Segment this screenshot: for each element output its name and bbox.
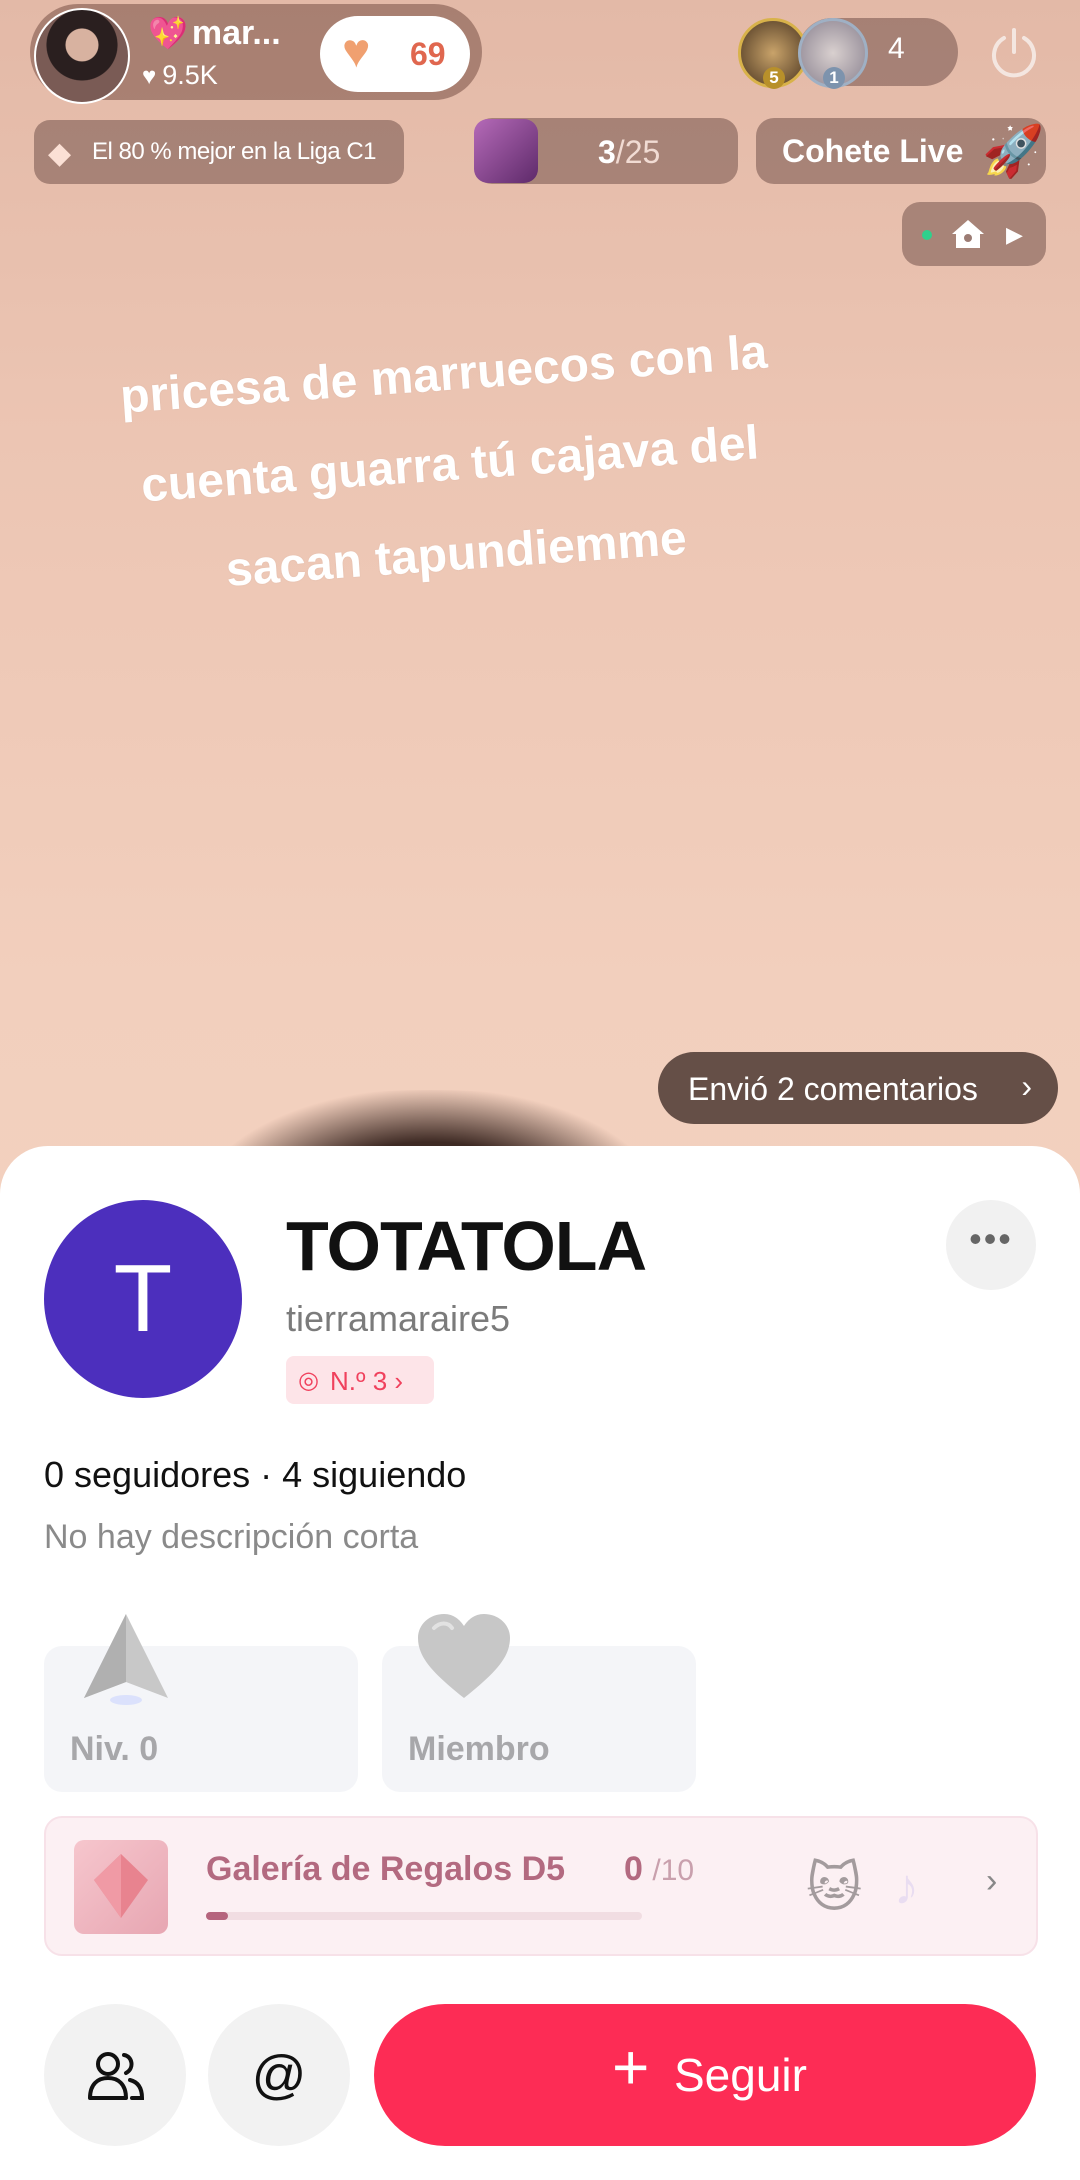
rank-badge-label: N.º 3 › xyxy=(330,1366,404,1396)
profile-username: tierramaraire5 xyxy=(286,1298,511,1339)
member-heart-icon xyxy=(418,1614,510,1698)
host-avatar[interactable] xyxy=(34,8,130,104)
ranking-thumbnail xyxy=(474,119,538,183)
ranking-total: /25 xyxy=(615,134,661,170)
league-text: El 80 % mejor en la Liga C1 xyxy=(92,138,377,165)
rank-medal-icon: ◎ xyxy=(298,1367,319,1394)
house-icon xyxy=(952,220,984,248)
profile-display-name: TOTATOLA xyxy=(286,1207,647,1285)
host-info-pill[interactable]: 💖 mar... ♥ 9.5K ♥ 69 xyxy=(30,4,482,104)
gift-progress-bar xyxy=(206,1912,642,1920)
profile-avatar[interactable]: T xyxy=(44,1200,242,1398)
level-arrow-icon xyxy=(84,1614,168,1705)
follow-stats: 0 seguidores · 4 siguiendo xyxy=(44,1454,467,1495)
gift-total: /10 xyxy=(652,1854,695,1887)
ranking-current: 3 xyxy=(598,134,616,170)
gift-progress-fill xyxy=(206,1912,228,1920)
at-sign-icon: @ xyxy=(251,2045,307,2105)
gift-crystal-icon xyxy=(74,1840,168,1934)
diamond-icon: ◆ xyxy=(48,137,72,170)
member-label: Miembro xyxy=(408,1730,550,1768)
follow-label: Seguir xyxy=(674,2049,807,2101)
host-name: mar... xyxy=(191,14,281,52)
sent-comments-button[interactable]: Envió 2 comentarios › xyxy=(658,1052,1058,1124)
viewer-rank-badge: 5 xyxy=(763,67,785,89)
tiktok-logo-icon: ♪ xyxy=(894,1859,919,1915)
rank-badge[interactable]: ◎ N.º 3 › xyxy=(286,1356,434,1404)
profile-bio: No hay descripción corta xyxy=(44,1518,419,1556)
play-icon: ▶ xyxy=(1006,222,1023,247)
ranking-progress: 3/25 xyxy=(598,134,660,171)
orange-heart-icon: ♥ xyxy=(342,25,371,78)
chevron-right-icon: › xyxy=(986,1862,998,1900)
heart-count: 69 xyxy=(410,36,446,72)
rocket-icon: 🚀 xyxy=(982,123,1045,179)
member-card[interactable]: Miembro xyxy=(382,1614,696,1792)
power-icon[interactable] xyxy=(986,24,1042,80)
live-home-pill[interactable]: ▶ xyxy=(902,202,1046,266)
more-options-button[interactable]: ••• xyxy=(946,1200,1036,1290)
profile-sheet: T TOTATOLA tierramaraire5 ◎ N.º 3 › ••• … xyxy=(0,1146,1080,2180)
heart-icon: ♥ xyxy=(142,63,157,90)
sparkling-heart-icon: 💖 xyxy=(148,15,188,51)
gift-current: 0 xyxy=(624,1850,643,1888)
top-viewers[interactable]: 5 1 4 xyxy=(738,18,958,89)
friends-icon xyxy=(88,2052,144,2100)
viewer-rank-badge: 1 xyxy=(823,67,845,89)
follow-button[interactable]: + Seguir xyxy=(374,2004,1036,2146)
avatar-letter: T xyxy=(113,1245,173,1352)
gift-gallery-title: Galería de Regalos D5 xyxy=(206,1850,566,1888)
host-likes-count: 9.5K xyxy=(162,60,218,90)
league-pill[interactable]: ◆ El 80 % mejor en la Liga C1 xyxy=(34,120,404,184)
host-name-row: 💖 mar... xyxy=(148,14,281,53)
viewer-avatar[interactable]: 1 xyxy=(798,18,868,89)
mention-button[interactable]: @ xyxy=(208,2004,350,2146)
viewer-count: 4 xyxy=(888,32,905,65)
live-status-dot xyxy=(922,230,932,240)
host-likes: ♥ 9.5K xyxy=(142,60,218,91)
video-overlay-text: pricesa de marruecos con la cuenta guarr… xyxy=(118,325,769,597)
rocket-live-pill[interactable]: Cohete Live 🚀 xyxy=(756,118,1046,184)
gift-gallery-card[interactable]: Galería de Regalos D5 0 /10 🐱 ♪ › xyxy=(44,1816,1038,1956)
rocket-live-label: Cohete Live xyxy=(782,133,964,169)
cat-gift-icon: 🐱 xyxy=(806,1858,863,1918)
gift-gallery-progress: 0 /10 xyxy=(624,1850,694,1889)
ranking-pill[interactable]: 3/25 xyxy=(474,118,738,184)
plus-icon: + xyxy=(612,2031,650,2103)
more-dots-icon: ••• xyxy=(969,1218,1013,1259)
friends-button[interactable] xyxy=(44,2004,186,2146)
sent-comments-label: Envió 2 comentarios xyxy=(688,1071,978,1107)
level-card[interactable]: Niv. 0 xyxy=(44,1614,358,1792)
host-heart-button[interactable]: ♥ 69 xyxy=(320,16,470,92)
level-label: Niv. 0 xyxy=(70,1730,159,1768)
chevron-right-icon: › xyxy=(1021,1068,1032,1104)
